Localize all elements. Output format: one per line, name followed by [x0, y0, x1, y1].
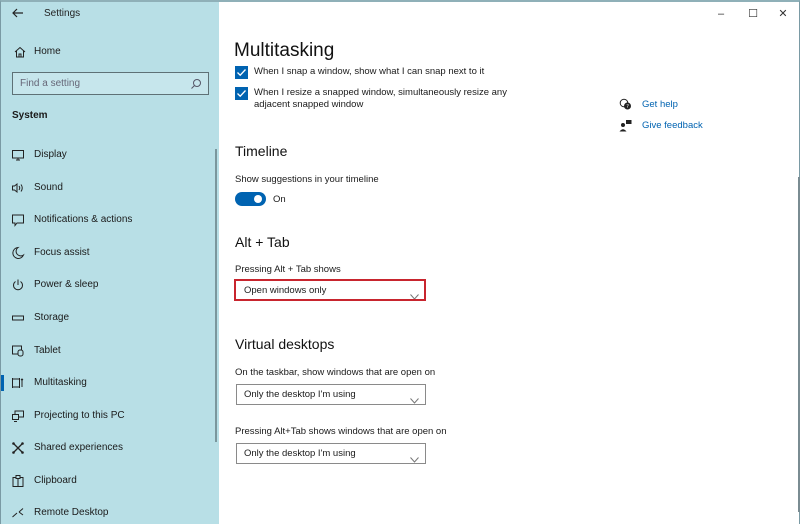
sidebar-item-label: Home [34, 46, 61, 57]
toggle-knob [254, 195, 262, 203]
section-label-system: System [12, 110, 48, 121]
checkbox-checked[interactable] [235, 66, 248, 79]
give-feedback-icon [619, 119, 632, 132]
virtual-desktops-heading: Virtual desktops [235, 336, 335, 352]
sidebar-item-remote-desktop[interactable]: Remote Desktop [1, 498, 211, 524]
search-box[interactable] [12, 72, 209, 95]
search-input[interactable] [13, 73, 183, 94]
dropdown-value: Only the desktop I'm using [244, 448, 356, 459]
home-icon [13, 45, 27, 59]
sidebar: Settings Home System Display Sound Notif… [1, 2, 219, 524]
sidebar-item-label: Sound [34, 182, 63, 193]
sidebar-item-home[interactable]: Home [1, 42, 211, 64]
checkbox-label: When I resize a snapped window, simultan… [254, 87, 507, 110]
sidebar-item-label: Remote Desktop [34, 507, 109, 518]
sidebar-item-focus-assist[interactable]: Focus assist [1, 238, 211, 268]
alt-tab-label: Pressing Alt + Tab shows [235, 264, 341, 275]
page-title: Multitasking [234, 40, 335, 61]
taskbar-windows-label: On the taskbar, show windows that are op… [235, 367, 436, 378]
give-feedback-label: Give feedback [642, 120, 703, 131]
sidebar-item-clipboard[interactable]: Clipboard [1, 466, 211, 496]
sidebar-item-label: Power & sleep [34, 279, 99, 290]
sidebar-item-tablet[interactable]: Tablet [1, 336, 211, 366]
highlight-annotation [234, 279, 426, 301]
sidebar-item-label: Display [34, 149, 67, 160]
sidebar-item-label: Multitasking [34, 377, 87, 388]
back-arrow-icon[interactable] [11, 6, 27, 22]
sidebar-item-label: Shared experiences [34, 442, 123, 453]
chevron-down-icon [410, 391, 419, 404]
clipboard-icon [11, 474, 25, 488]
sidebar-item-projecting[interactable]: Projecting to this PC [1, 401, 211, 431]
main-content: – ☐ ✕ Multitasking When I snap a window,… [219, 2, 800, 524]
sidebar-item-label: Storage [34, 312, 70, 323]
display-icon [11, 148, 25, 162]
toggle-state-label: On [273, 194, 286, 205]
minimize-button[interactable]: – [706, 4, 736, 24]
sidebar-scrollbar[interactable] [215, 149, 217, 442]
sidebar-item-shared-experiences[interactable]: Shared experiences [1, 433, 211, 463]
checkbox-label: When I snap a window, show what I can sn… [254, 66, 485, 77]
timeline-toggle[interactable] [235, 192, 266, 206]
taskbar-windows-dropdown[interactable]: Only the desktop I'm using [236, 384, 426, 405]
projecting-icon [11, 409, 25, 423]
notifications-icon [11, 213, 25, 227]
sidebar-item-multitasking[interactable]: Multitasking [1, 368, 211, 398]
sidebar-item-label: Focus assist [34, 247, 90, 258]
sidebar-item-sound[interactable]: Sound [1, 173, 211, 203]
active-indicator [1, 375, 4, 391]
power-icon [11, 278, 25, 292]
svg-text:?: ? [626, 104, 629, 110]
sidebar-item-storage[interactable]: Storage [1, 303, 211, 333]
dropdown-value: Only the desktop I'm using [244, 389, 356, 400]
multitasking-icon [11, 376, 25, 390]
alttab-windows-label: Pressing Alt+Tab shows windows that are … [235, 426, 447, 437]
sidebar-item-label: Projecting to this PC [34, 410, 125, 421]
sidebar-item-power-sleep[interactable]: Power & sleep [1, 270, 211, 300]
focus-assist-icon [11, 246, 25, 260]
timeline-heading: Timeline [235, 143, 288, 159]
sidebar-item-label: Clipboard [34, 475, 77, 486]
search-icon[interactable] [190, 77, 202, 89]
remote-desktop-icon [11, 506, 25, 520]
sidebar-item-notifications[interactable]: Notifications & actions [1, 205, 211, 235]
sidebar-item-label: Notifications & actions [34, 214, 133, 225]
alttab-windows-dropdown[interactable]: Only the desktop I'm using [236, 443, 426, 464]
shared-experiences-icon [11, 441, 25, 455]
maximize-button[interactable]: ☐ [738, 4, 768, 24]
alt-tab-heading: Alt + Tab [235, 234, 290, 250]
app-title: Settings [44, 8, 81, 19]
get-help-icon: ? [619, 98, 632, 111]
tablet-icon [11, 344, 25, 358]
sidebar-item-label: Tablet [34, 345, 61, 356]
sound-icon [11, 181, 25, 195]
timeline-label: Show suggestions in your timeline [235, 174, 379, 185]
close-button[interactable]: ✕ [768, 4, 798, 24]
sidebar-item-display[interactable]: Display [1, 140, 211, 170]
storage-icon [11, 311, 25, 325]
settings-window: Settings Home System Display Sound Notif… [0, 0, 800, 524]
checkbox-checked[interactable] [235, 87, 248, 100]
chevron-down-icon [410, 450, 419, 463]
get-help-label: Get help [642, 99, 678, 110]
